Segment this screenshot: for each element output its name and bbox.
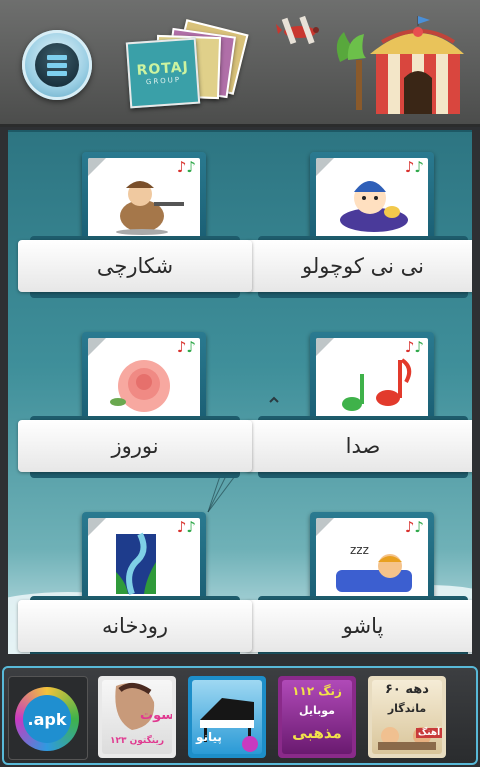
piano-icon: پیانو <box>192 680 262 754</box>
dock-apk-button[interactable]: .apk <box>8 676 88 760</box>
dock-60s-songs-app[interactable]: ۶۰ دهه ماندگار آهنگ <box>368 676 446 758</box>
whistle-ringtone-icon: سوت ۱۲۳ رینگتون <box>102 680 172 754</box>
dock-ringtone-app[interactable]: سوت ۱۲۳ رینگتون <box>98 676 176 758</box>
song-title: صدا <box>345 434 381 458</box>
app4-line3: آهنگ <box>416 728 442 738</box>
app4-line2: ماندگار <box>387 702 427 715</box>
app-logo: ROTAJ GROUP <box>125 19 249 109</box>
app1-title: سوت <box>140 708 172 723</box>
song-card-river[interactable]: ♪♪ رودخانه <box>18 500 252 654</box>
song-card-wake-up[interactable]: ♪♪ zzz پاشو <box>246 500 472 654</box>
religious-ringtone-icon: ۱۱۲ زنگ موبایل مذهبی <box>282 680 352 754</box>
svg-text:zzz: zzz <box>350 543 369 557</box>
sleeping-boy-icon: zzz <box>336 543 412 592</box>
rose-icon <box>110 360 170 412</box>
app2-title: پیانو <box>196 730 222 744</box>
song-title: نوروز <box>111 434 159 458</box>
toy-plane-icon <box>276 15 319 45</box>
logo-text: ROTAJ <box>136 59 190 79</box>
app3-line3: مذهبی <box>292 724 342 742</box>
music-notes-icon <box>342 358 412 411</box>
song-title: پاشو <box>342 614 384 638</box>
app-header: ROTAJ GROUP <box>0 0 480 127</box>
menu-button[interactable] <box>22 30 92 100</box>
dock-piano-app[interactable]: پیانو <box>188 676 266 758</box>
song-card-sound[interactable]: ♪♪ صدا <box>246 320 472 480</box>
menu-list-icon <box>35 43 79 87</box>
song-card-nowruz[interactable]: ♪♪ نوروز <box>18 320 252 480</box>
logo-subtext: GROUP <box>145 75 182 87</box>
river-icon <box>116 532 156 596</box>
app1-subtitle: ۱۲۳ رینگتون <box>109 736 165 746</box>
apk-icon: .apk <box>15 687 79 751</box>
hunter-icon <box>116 181 184 235</box>
song-title: شکارچی <box>96 254 174 278</box>
song-title: رودخانه <box>101 614 169 638</box>
sixties-songs-icon: ۶۰ دهه ماندگار آهنگ <box>372 680 442 754</box>
song-title: نی نی کوچولو <box>302 254 424 278</box>
app3-line2: موبایل <box>299 704 335 717</box>
song-card-baby[interactable]: ♪♪ نی نی کوچولو <box>246 140 472 300</box>
dock-religious-ringtone-app[interactable]: ۱۱۲ زنگ موبایل مذهبی <box>278 676 356 758</box>
apk-label: .apk <box>27 709 67 729</box>
circus-tent-icon <box>336 16 464 114</box>
baby-icon <box>340 181 408 232</box>
app3-line1: ۱۱۲ زنگ <box>292 684 342 698</box>
song-card-hunter[interactable]: ♪♪ شکارچی <box>18 140 252 300</box>
songs-grid: ♪♪ نی نی کوچولو ♪♪ شکارچی ♪♪ صدا ♪♪ نورو… <box>8 130 472 654</box>
app4-line1: ۶۰ دهه <box>385 682 429 697</box>
apps-dock: .apk سوت ۱۲۳ رینگتون پیانو ۱۱۲ زنگ موبای… <box>2 666 478 765</box>
